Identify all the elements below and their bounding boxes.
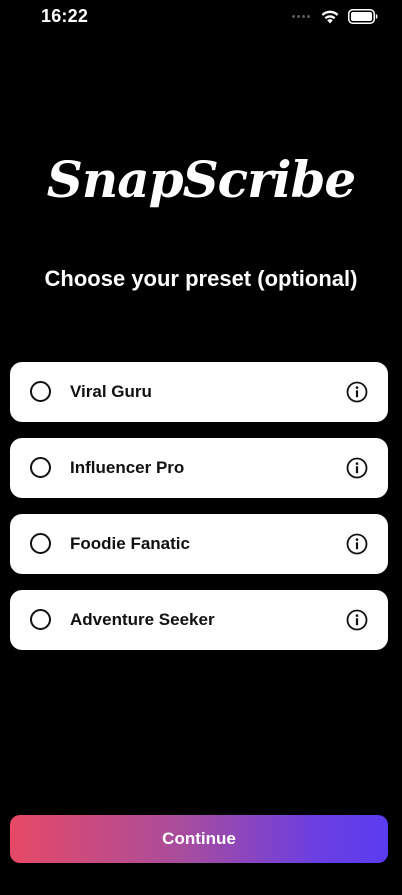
continue-label: Continue xyxy=(162,829,236,848)
preset-option-adventure-seeker[interactable]: Adventure Seeker xyxy=(10,590,388,650)
preset-option-foodie-fanatic[interactable]: Foodie Fanatic xyxy=(10,514,388,574)
preset-label: Foodie Fanatic xyxy=(70,534,190,553)
signal-dots-icon xyxy=(292,14,310,18)
radio-button[interactable] xyxy=(30,609,51,630)
status-icons xyxy=(292,8,378,24)
wifi-icon xyxy=(321,10,339,23)
battery-icon xyxy=(348,8,378,24)
info-icon[interactable] xyxy=(346,457,368,479)
preset-option-influencer-pro[interactable]: Influencer Pro xyxy=(10,438,388,498)
preset-label: Adventure Seeker xyxy=(70,610,215,629)
radio-button[interactable] xyxy=(30,533,51,554)
radio-button[interactable] xyxy=(30,381,51,402)
preset-label: Viral Guru xyxy=(70,382,152,401)
status-time: 16:22 xyxy=(41,6,89,26)
radio-button[interactable] xyxy=(30,457,51,478)
page-title: Choose your preset (optional) xyxy=(44,266,358,291)
preset-list: Viral Guru Influencer Pro Foodie Fanatic… xyxy=(10,362,388,666)
info-icon[interactable] xyxy=(346,533,368,555)
info-icon[interactable] xyxy=(346,609,368,631)
preset-label: Influencer Pro xyxy=(70,458,185,477)
app-logo: SnapScribe xyxy=(46,150,356,209)
continue-button[interactable]: Continue xyxy=(10,815,388,863)
info-icon[interactable] xyxy=(346,381,368,403)
status-bar: 16:22 xyxy=(0,0,402,34)
preset-option-viral-guru[interactable]: Viral Guru xyxy=(10,362,388,422)
